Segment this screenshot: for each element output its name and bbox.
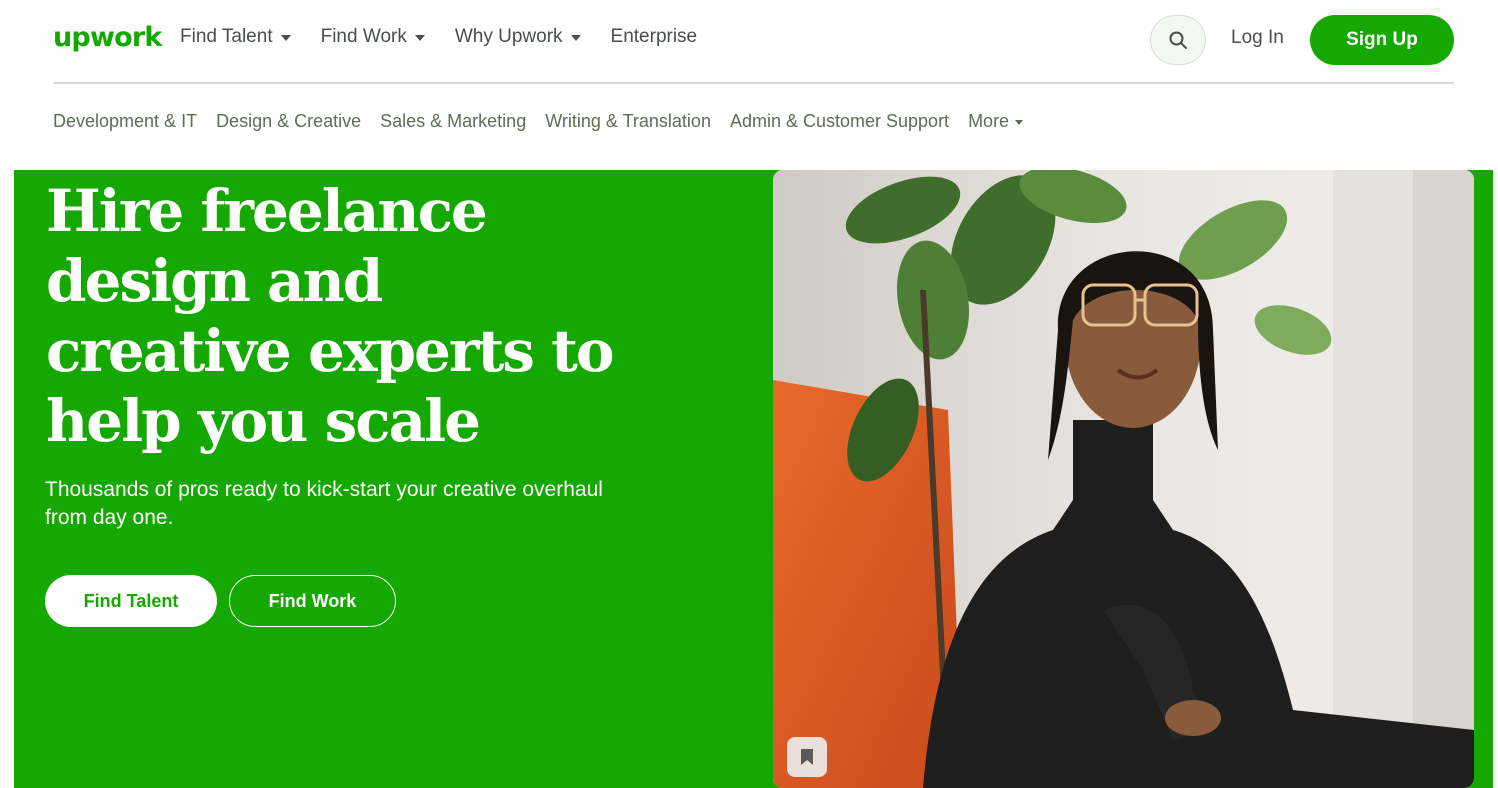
save-image-button[interactable] [787, 737, 827, 777]
chevron-down-icon [280, 35, 291, 41]
category-more-label: More [968, 111, 1010, 131]
category-more[interactable]: More [968, 111, 1024, 132]
hero-title-line: creative experts to [46, 317, 615, 385]
category-bar: Development & IT Design & Creative Sales… [53, 111, 1042, 132]
hero-photo [773, 170, 1474, 788]
hero-title-line: help you scale [46, 387, 481, 455]
login-link[interactable]: Log In [1231, 27, 1284, 49]
signup-button[interactable]: Sign Up [1310, 15, 1454, 65]
nav-why-upwork[interactable]: Why Upwork [455, 26, 581, 48]
hero-title-line: design and [46, 247, 383, 315]
find-talent-button[interactable]: Find Talent [45, 575, 217, 627]
category-design-creative[interactable]: Design & Creative [216, 111, 361, 132]
hero-subtitle: Thousands of pros ready to kick-start yo… [45, 478, 603, 529]
chevron-down-icon [414, 35, 425, 41]
category-development-it[interactable]: Development & IT [53, 111, 197, 132]
upwork-logo[interactable]: upwork [53, 22, 162, 53]
nav-find-talent-label: Find Talent [180, 26, 273, 47]
nav-enterprise[interactable]: Enterprise [611, 26, 698, 48]
main-nav: Find Talent Find Work Why Upwork Enterpr… [180, 26, 727, 48]
category-admin-support[interactable]: Admin & Customer Support [730, 111, 949, 132]
site-header: upwork Find Talent Find Work Why Upwork … [0, 0, 1498, 82]
hero-title: Hire freelance design and creative exper… [46, 176, 666, 456]
nav-find-work[interactable]: Find Work [321, 26, 425, 48]
nav-find-talent[interactable]: Find Talent [180, 26, 291, 48]
hero-section: Hire freelance design and creative exper… [14, 170, 1493, 788]
chevron-down-icon [570, 35, 581, 41]
search-icon [1169, 31, 1187, 49]
category-writing-translation[interactable]: Writing & Translation [545, 111, 711, 132]
hero-photo-illustration [773, 170, 1474, 788]
hero-title-line: Hire freelance [46, 177, 488, 245]
chevron-down-icon [1015, 120, 1024, 125]
nav-find-work-label: Find Work [320, 26, 407, 47]
nav-why-upwork-label: Why Upwork [454, 26, 563, 47]
search-button[interactable] [1150, 15, 1206, 65]
bookmark-icon [801, 749, 813, 765]
header-divider [53, 82, 1454, 84]
nav-enterprise-label: Enterprise [610, 26, 698, 47]
category-sales-marketing[interactable]: Sales & Marketing [380, 111, 526, 132]
find-work-button[interactable]: Find Work [229, 575, 396, 627]
